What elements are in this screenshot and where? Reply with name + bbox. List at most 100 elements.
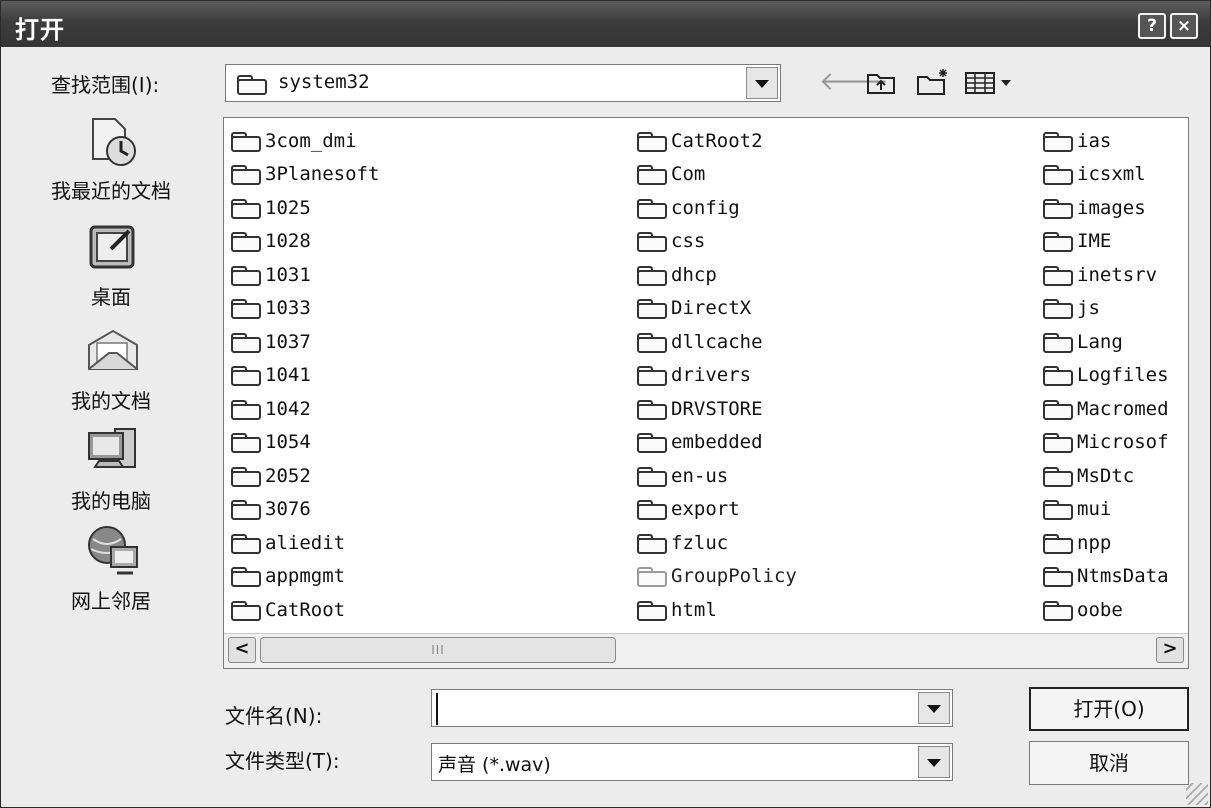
folder-item[interactable]: appmgmt <box>230 560 379 594</box>
folder-item[interactable]: 1025 <box>230 191 379 225</box>
help-button[interactable]: ? <box>1138 13 1166 39</box>
folder-name: 3076 <box>265 498 311 521</box>
folder-item[interactable]: images <box>1042 191 1169 225</box>
new-folder-icon[interactable] <box>915 67 951 97</box>
folder-item[interactable]: icsxml <box>1042 158 1169 192</box>
folder-item[interactable]: drivers <box>636 359 797 393</box>
folder-item[interactable]: export <box>636 493 797 527</box>
folder-icon <box>1042 432 1074 454</box>
folder-name: NtmsData <box>1077 565 1169 588</box>
folder-name: CatRoot2 <box>671 129 763 152</box>
folder-item[interactable]: css <box>636 225 797 259</box>
folder-item[interactable]: GroupPolicy <box>636 560 797 594</box>
folder-icon <box>230 131 262 152</box>
lookin-label: 查找范围(I): <box>51 73 160 97</box>
folder-icon <box>1042 600 1074 621</box>
open-button[interactable]: 打开(O) <box>1029 687 1189 731</box>
folder-item[interactable]: 3Planesoft <box>230 158 379 192</box>
folder-name: CatRoot <box>265 598 346 621</box>
lookin-dropdown[interactable]: system32 <box>225 64 781 102</box>
folder-item[interactable]: 1033 <box>230 292 379 326</box>
folder-name: html <box>671 598 717 621</box>
folder-item[interactable]: 3com_dmi <box>230 124 379 158</box>
scroll-thumb[interactable]: III <box>260 637 616 663</box>
folder-item[interactable]: Logfiles <box>1042 359 1169 393</box>
chevron-down-icon[interactable] <box>746 67 778 99</box>
folder-item[interactable]: 3076 <box>230 493 379 527</box>
folder-icon <box>1042 399 1074 420</box>
folder-item[interactable]: embedded <box>636 426 797 460</box>
filename-combo[interactable] <box>431 689 953 727</box>
folder-item[interactable]: Lang <box>1042 325 1169 359</box>
folder-item[interactable]: NtmsData <box>1042 560 1169 594</box>
folder-item[interactable]: MsDtc <box>1042 459 1169 493</box>
folder-item[interactable]: CatRoot2 <box>636 124 797 158</box>
folder-item[interactable]: fzluc <box>636 526 797 560</box>
folder-item[interactable]: Macromed <box>1042 392 1169 426</box>
folder-name: Lang <box>1077 330 1123 353</box>
lookin-value: system32 <box>278 71 370 93</box>
file-column-3: ias icsxml images IME inetsrv js Lang Lo… <box>1042 124 1169 627</box>
folder-item[interactable]: oobe <box>1042 593 1169 627</box>
folder-icon <box>230 164 262 186</box>
folder-icon <box>636 231 668 253</box>
filetype-value: 声音 (*.wav) <box>438 754 551 776</box>
folder-icon <box>636 432 668 454</box>
close-button[interactable]: × <box>1170 13 1198 39</box>
folder-item[interactable]: mui <box>1042 493 1169 527</box>
file-list[interactable]: 3com_dmi 3Planesoft 1025 1028 1031 1033 … <box>223 117 1189 669</box>
scroll-left-button[interactable]: < <box>228 637 256 663</box>
folder-icon <box>1042 466 1074 487</box>
folder-item[interactable]: 1028 <box>230 225 379 259</box>
folder-icon <box>636 332 668 353</box>
resize-grip[interactable] <box>1186 783 1208 805</box>
folder-icon <box>1042 265 1074 286</box>
folder-item[interactable]: dhcp <box>636 258 797 292</box>
folder-icon <box>636 566 668 588</box>
up-folder-icon[interactable] <box>865 67 897 97</box>
filename-input[interactable] <box>436 693 912 725</box>
folder-item[interactable]: IME <box>1042 225 1169 259</box>
folder-item[interactable]: npp <box>1042 526 1169 560</box>
folder-name: css <box>671 230 706 253</box>
folder-item[interactable]: 1037 <box>230 325 379 359</box>
folder-icon <box>636 164 668 186</box>
folder-name: 2052 <box>265 464 311 487</box>
folder-item[interactable]: DRVSTORE <box>636 392 797 426</box>
chevron-down-icon[interactable] <box>918 746 950 778</box>
place-label: 桌面 <box>91 285 131 309</box>
folder-item[interactable]: en-us <box>636 459 797 493</box>
folder-name: images <box>1077 196 1146 219</box>
folder-item[interactable]: DirectX <box>636 292 797 326</box>
folder-item[interactable]: config <box>636 191 797 225</box>
folder-item[interactable]: Com <box>636 158 797 192</box>
open-dialog: 打开 ? × 查找范围(I): system32 🡐 我最近的文档 桌面 我的文… <box>0 0 1211 808</box>
folder-item[interactable]: aliedit <box>230 526 379 560</box>
folder-item[interactable]: js <box>1042 292 1169 326</box>
folder-item[interactable]: inetsrv <box>1042 258 1169 292</box>
folder-item[interactable]: Microsof <box>1042 426 1169 460</box>
folder-item[interactable]: 1042 <box>230 392 379 426</box>
horizontal-scrollbar[interactable]: < III > <box>224 633 1188 668</box>
folder-item[interactable]: CatRoot <box>230 593 379 627</box>
view-menu-icon[interactable] <box>963 67 1015 97</box>
dialog-title: 打开 <box>15 16 65 44</box>
folder-icon <box>636 499 668 521</box>
folder-item[interactable]: 1054 <box>230 426 379 460</box>
folder-name: drivers <box>671 364 752 387</box>
file-column-1: 3com_dmi 3Planesoft 1025 1028 1031 1033 … <box>230 124 379 627</box>
scroll-right-button[interactable]: > <box>1156 637 1184 663</box>
folder-item[interactable]: html <box>636 593 797 627</box>
folder-icon <box>230 432 262 454</box>
folder-item[interactable]: 2052 <box>230 459 379 493</box>
folder-name: icsxml <box>1077 163 1146 186</box>
folder-item[interactable]: ias <box>1042 124 1169 158</box>
folder-name: ias <box>1077 129 1112 152</box>
cancel-button[interactable]: 取消 <box>1029 741 1189 785</box>
chevron-down-icon[interactable] <box>918 692 950 724</box>
folder-item[interactable]: 1031 <box>230 258 379 292</box>
folder-item[interactable]: 1041 <box>230 359 379 393</box>
my-computer-icon <box>85 423 141 479</box>
filetype-dropdown[interactable]: 声音 (*.wav) <box>431 743 953 781</box>
folder-item[interactable]: dllcache <box>636 325 797 359</box>
